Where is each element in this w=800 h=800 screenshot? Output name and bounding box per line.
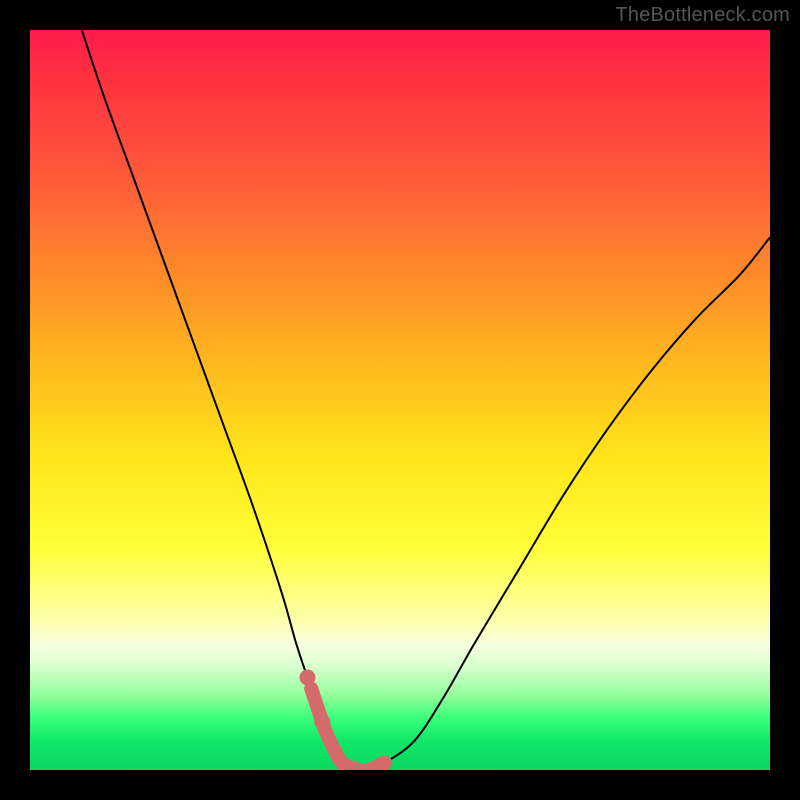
optimal-marker xyxy=(300,670,390,771)
chart-svg xyxy=(30,30,770,770)
plot-area xyxy=(30,30,770,770)
optimal-dot-0 xyxy=(300,670,316,686)
watermark-text: TheBottleneck.com xyxy=(615,4,790,27)
optimal-dot-1 xyxy=(314,714,330,730)
chart-frame: TheBottleneck.com xyxy=(0,0,800,800)
bottleneck-curve xyxy=(82,30,770,770)
